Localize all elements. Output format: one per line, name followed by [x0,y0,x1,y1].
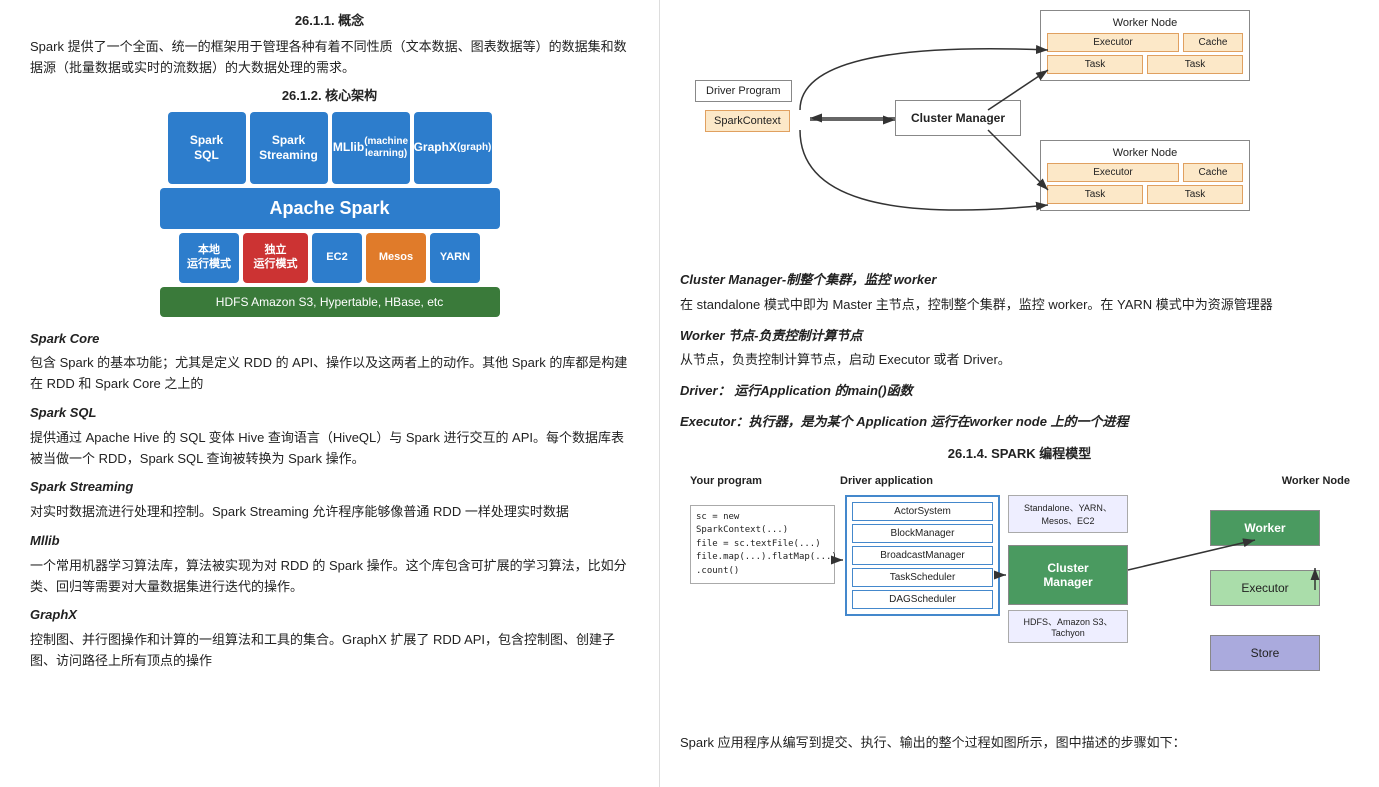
driver-app-label: Driver application [840,475,933,487]
spark-streaming-text: 对实时数据流进行处理和控制。Spark Streaming 允许程序能够像普通 … [30,502,629,523]
executor-bold: Executor：执行器，是为某个 Application 运行在worker … [680,412,1359,433]
graphx-title: GraphX [30,605,629,626]
mllib-box: MLlib(machinelearning) [332,112,410,184]
block-manager-box: BlockManager [852,524,993,543]
spark-core-title: Spark Core [30,329,629,350]
task-box-1b: Task [1147,55,1243,74]
driver-section: Driver： 运行Application 的main()函数 [680,381,1359,402]
spark-sql-text: 提供通过 Apache Hive 的 SQL 变体 Hive 查询语言（Hive… [30,428,629,470]
mesos-box: Mesos [366,233,426,283]
arch-diagram: SparkSQL SparkStreaming MLlib(machinelea… [160,112,500,317]
cluster-manager-green-box: ClusterManager [1008,545,1128,605]
storage-bar: HDFS Amazon S3, Hypertable, HBase, etc [160,287,500,317]
graphx-text: 控制图、并行图操作和计算的一组算法和工具的集合。GraphX 扩展了 RDD A… [30,630,629,672]
worker-bold: Worker 节点-负责控制计算节点 [680,326,1359,347]
mllib-text: 一个常用机器学习算法库，算法被实现为对 RDD 的 Spark 操作。这个库包含… [30,556,629,598]
arch-row-components: SparkSQL SparkStreaming MLlib(machinelea… [160,112,500,184]
last-text: Spark 应用程序从编写到提交、执行、输出的整个过程如图所示，图中描述的步骤如… [680,733,1359,754]
spark-streaming-title: Spark Streaming [30,477,629,498]
code-line-4: .count() [696,565,829,579]
task-box-2b: Task [1147,185,1243,204]
cache-box-1: Cache [1183,33,1243,52]
spark-prog-diagram: Your program Driver application Worker N… [680,470,1350,725]
worker-section: Worker 节点-负责控制计算节点 从节点，负责控制计算节点，启动 Execu… [680,326,1359,372]
spark-sql-box: SparkSQL [168,112,246,184]
mllib-title: Mllib [30,531,629,552]
worker-node-1: Worker Node Executor Cache Task Task [1040,10,1250,81]
your-program-label: Your program [690,475,762,487]
cluster-manager-box: Cluster Manager [895,100,1021,136]
spark-streaming-box: SparkStreaming [250,112,328,184]
cluster-manager-section: Cluster Manager-制整个集群，监控 worker 在 standa… [680,270,1359,316]
driver-bold: Driver： 运行Application 的main()函数 [680,381,1359,402]
driver-program-box: Driver Program [695,80,792,102]
section-1-text: Spark 提供了一个全面、统一的框架用于管理各种有着不同性质（文本数据、图表数… [30,37,629,79]
apache-spark-bar: Apache Spark [160,188,500,229]
section-2-title: 26.1.2. 核心架构 [30,85,629,104]
left-panel: 26.1.1. 概念 Spark 提供了一个全面、统一的框架用于管理各种有着不同… [0,0,660,787]
executor-section: Executor：执行器，是为某个 Application 运行在worker … [680,412,1359,433]
worker-node-1-label: Worker Node [1047,17,1243,29]
worker-node-2-label: Worker Node [1047,147,1243,159]
code-line-2: file = sc.textFile(...) [696,538,829,552]
code-line-1: sc = new SparkContext(...) [696,511,829,538]
driver-app-box: ActorSystem BlockManager BroadcastManage… [845,495,1000,616]
code-line-3: file.map(...).flatMap(...) [696,551,829,565]
executor-prog-box: Executor [1210,570,1320,606]
store-box: Store [1210,635,1320,671]
executor-box-2: Executor [1047,163,1179,182]
graphx-box: GraphX(graph) [414,112,492,184]
spark-sql-title: Spark SQL [30,403,629,424]
section-4-title: 26.1.4. SPARK 编程模型 [680,443,1359,462]
cluster-manager-text: 在 standalone 模式中即为 Master 主节点，控制整个集群，监控 … [680,295,1359,316]
spark-core-text: 包含 Spark 的基本功能；尤其是定义 RDD 的 API、操作以及这两者上的… [30,353,629,395]
cluster-manager-bold: Cluster Manager-制整个集群，监控 worker [680,270,1359,291]
worker-box: Worker [1210,510,1320,546]
cache-box-2: Cache [1183,163,1243,182]
ec2-box: EC2 [312,233,362,283]
hdfs-label-box: HDFS、Amazon S3、Tachyon [1008,610,1128,643]
cluster-diagram: Worker Node Executor Cache Task Task Wor… [680,10,1260,260]
worker-node-1-top-row: Executor Cache [1047,33,1243,52]
local-mode-box: 本地运行模式 [179,233,239,283]
task-scheduler-box: TaskScheduler [852,568,993,587]
yarn-box: YARN [430,233,480,283]
broadcast-manager-box: BroadcastManager [852,546,993,565]
worker-node-label: Worker Node [1282,475,1350,487]
worker-node-2-bottom-row: Task Task [1047,185,1243,204]
arch-row-modes: 本地运行模式 独立运行模式 EC2 Mesos YARN [160,233,500,283]
worker-node-1-bottom-row: Task Task [1047,55,1243,74]
section-1-title: 26.1.1. 概念 [30,10,629,29]
actor-system-box: ActorSystem [852,502,993,521]
executor-box-1: Executor [1047,33,1179,52]
standalone-mode-box: 独立运行模式 [243,233,308,283]
task-box-1a: Task [1047,55,1143,74]
worker-node-2-top-row: Executor Cache [1047,163,1243,182]
worker-node-2: Worker Node Executor Cache Task Task [1040,140,1250,211]
dag-scheduler-box: DAGScheduler [852,590,993,609]
code-box: sc = new SparkContext(...) file = sc.tex… [690,505,835,585]
sparkcontext-box: SparkContext [705,110,790,132]
task-box-2a: Task [1047,185,1143,204]
cluster-options-box: Standalone、YARN、Mesos、EC2 [1008,495,1128,533]
worker-text: 从节点，负责控制计算节点，启动 Executor 或者 Driver。 [680,350,1359,371]
right-panel: Worker Node Executor Cache Task Task Wor… [660,0,1379,787]
